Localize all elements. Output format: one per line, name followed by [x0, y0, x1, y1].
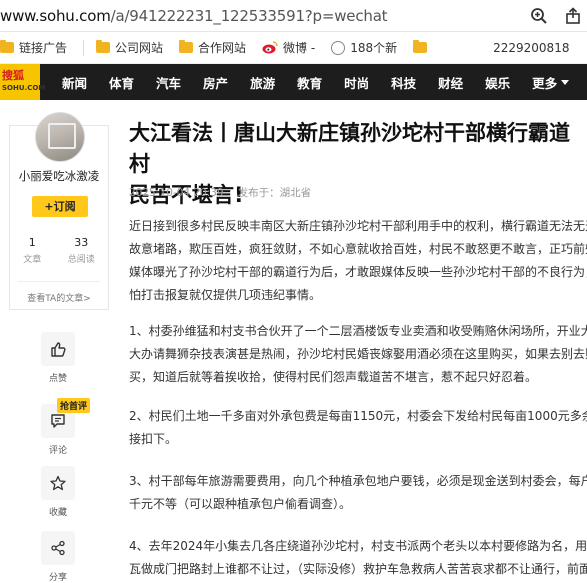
- nav-item-tech[interactable]: 科技: [391, 73, 416, 92]
- folder-icon: [413, 40, 428, 53]
- article-meta: 2025-10-04 20:39 发布于：湖北省: [129, 185, 311, 200]
- paragraph-line: 接扣下。: [129, 432, 178, 446]
- paragraph-line: 大办请舞狮杂技表演甚是热闹，孙沙坨村民婚丧嫁娶用酒必须在这里购买，如果去别去购: [129, 347, 587, 361]
- comment-label: 评论: [48, 446, 67, 456]
- bookmark-label: 链接广告: [19, 41, 68, 55]
- url-text[interactable]: www.sohu.com/a/941222231_122533591?p=wec…: [0, 6, 388, 25]
- bookmark-links[interactable]: 链接广告: [0, 39, 67, 56]
- nav-item-auto[interactable]: 汽车: [156, 73, 181, 92]
- paragraph-line: 故意堵路，欺压百姓，疯狂敛财，不如心意就收拾百姓，村民不敢怒更不敢言，正巧前些天: [129, 242, 587, 256]
- like-button[interactable]: 点赞: [39, 332, 77, 384]
- paragraph-line: 1、村委孙维猛和村支书合伙开了一个二层酒楼饭专业卖酒和收受贿赂休闲场所，开业大操: [129, 324, 587, 338]
- favorite-label: 收藏: [48, 508, 67, 518]
- share-icon[interactable]: [561, 4, 585, 28]
- zoom-icon[interactable]: [527, 4, 551, 28]
- article-paragraph: 3、村干部每年旅游需要费用，向几个种植承包地户要钱，必须是现金送到村委会，每户几…: [129, 470, 587, 516]
- title-line: 大江看法丨唐山大新庄镇孙沙坨村干部横行霸道村: [129, 121, 570, 176]
- publish-date: 2025-10-04 20:39: [129, 187, 224, 199]
- share-label: 分享: [48, 573, 67, 583]
- paragraph-line: 千元不等（可以跟种植承包户偷看调查）。: [129, 497, 352, 511]
- publish-source: 发布于：湖北省: [237, 187, 312, 199]
- bookmark-label: 公司网站: [115, 41, 164, 55]
- bookmark-weibo[interactable]: 微博 -: [262, 39, 315, 56]
- nav-more[interactable]: 更多: [532, 73, 570, 92]
- comment-button[interactable]: 抢首评 评论: [39, 398, 91, 456]
- nav-item-travel[interactable]: 旅游: [250, 73, 275, 92]
- address-bar[interactable]: www.sohu.com/a/941222231_122533591?p=wec…: [0, 0, 587, 32]
- folder-icon: [96, 40, 111, 53]
- url-path: /a/941222231_122533591?p=wechat: [110, 6, 388, 25]
- bookmark-label: 合作网站: [198, 41, 247, 55]
- bookmark-number[interactable]: 2229200818: [493, 41, 569, 55]
- article-paragraph: 2、村民们土地一千多亩对外承包费是每亩1150元，村委会下发给村民每亩1000元…: [129, 405, 587, 451]
- bookmark-company[interactable]: 公司网站: [96, 39, 163, 56]
- logo-sub: SOHU.COM: [2, 84, 46, 92]
- share-nodes-icon: [51, 540, 65, 556]
- nav-more-label: 更多: [532, 75, 558, 91]
- author-card: 小丽爱吃冰激凌 +订阅 1 文章 33 总阅读 查看TA的文章>: [9, 112, 109, 310]
- comment-badge: 抢首评: [57, 398, 91, 413]
- paragraph-line: 媒体曝光了孙沙坨村干部的霸道行为后，才敢跟媒体反映一些孙沙坨村干部的不良行为，因: [129, 265, 587, 279]
- nav-item-sports[interactable]: 体育: [109, 73, 134, 92]
- site-nav: 搜狐 SOHU.COM 新闻 体育 汽车 房产 旅游 教育 时尚 科技 财经 娱乐…: [0, 64, 587, 100]
- globe-icon: [331, 40, 346, 55]
- paragraph-line: 近日接到很多村民反映丰南区大新庄镇孙沙坨村干部利用手中的权利，横行霸道无法无天，: [129, 219, 587, 233]
- like-label: 点赞: [48, 374, 67, 384]
- articles-count: 1: [28, 236, 36, 249]
- nav-item-fashion[interactable]: 时尚: [344, 73, 369, 92]
- author-name[interactable]: 小丽爱吃冰激凌: [10, 168, 108, 184]
- nav-item-realestate[interactable]: 房产: [203, 73, 228, 92]
- chevron-down-icon: [561, 79, 570, 85]
- comment-icon: [51, 414, 65, 428]
- paragraph-line: 3、村干部每年旅游需要费用，向几个种植承包地户要钱，必须是现金送到村委会，每户几: [129, 474, 587, 488]
- logo-text: 搜狐: [2, 69, 24, 82]
- reads-count: 33: [74, 236, 89, 249]
- bookmark-label: 188个新: [350, 41, 398, 55]
- share-button[interactable]: 分享: [39, 531, 77, 583]
- nav-item-news[interactable]: 新闻: [62, 73, 87, 92]
- bookmark-label: 微博 -: [283, 41, 316, 55]
- bookmark-188[interactable]: 188个新: [331, 39, 397, 56]
- sohu-logo[interactable]: 搜狐 SOHU.COM: [0, 64, 46, 100]
- paragraph-line: 怕打击报复就仅提供几项违纪事情。: [129, 288, 322, 302]
- nav-item-education[interactable]: 教育: [297, 73, 322, 92]
- avatar[interactable]: [35, 112, 85, 162]
- article-paragraph: 1、村委孙维猛和村支书合伙开了一个二层酒楼饭专业卖酒和收受贿赂休闲场所，开业大操…: [129, 320, 587, 389]
- folder-icon: [0, 40, 14, 53]
- articles-stat: 1 文章: [23, 236, 41, 265]
- articles-label: 文章: [23, 255, 42, 265]
- paragraph-line: 4、去年2024年小集去几各庄绕道孙沙坨村，村支书派两个老头以本村要修路为名，用…: [129, 539, 587, 553]
- nav-item-finance[interactable]: 财经: [438, 73, 463, 92]
- url-host: www.sohu.com: [0, 6, 111, 25]
- bookmarks-bar: 链接广告 公司网站 合作网站 微博 - 188个新 2229200818: [0, 32, 587, 64]
- folder-icon: [179, 40, 194, 53]
- paragraph-line: 瓦做成门把路封上谁都不让过，（实际没修）救护车急救病人苦苦哀求都不让通行，前面附: [129, 562, 587, 576]
- bookmark-divider: [83, 39, 85, 56]
- weibo-icon: [262, 41, 278, 54]
- card-divider: [18, 281, 100, 282]
- thumbs-up-icon: [51, 342, 66, 357]
- nav-item-entertainment[interactable]: 娱乐: [485, 73, 510, 92]
- star-icon: [50, 475, 66, 491]
- article-paragraph: 近日接到很多村民反映丰南区大新庄镇孙沙坨村干部利用手中的权利，横行霸道无法无天，…: [129, 215, 587, 307]
- bookmark-partners[interactable]: 合作网站: [179, 39, 246, 56]
- reads-stat: 33 总阅读: [68, 236, 95, 265]
- paragraph-line: 2、村民们土地一千多亩对外承包费是每亩1150元，村委会下发给村民每亩1000元…: [129, 409, 587, 423]
- article-paragraph: 4、去年2024年小集去几各庄绕道孙沙坨村，村支书派两个老头以本村要修路为名，用…: [129, 535, 587, 581]
- reads-label: 总阅读: [67, 255, 95, 265]
- follow-button[interactable]: +订阅: [32, 196, 88, 217]
- bookmark-folder[interactable]: [413, 40, 428, 53]
- see-articles-link[interactable]: 查看TA的文章>: [10, 291, 108, 304]
- favorite-button[interactable]: 收藏: [39, 466, 77, 518]
- paragraph-line: 买，知道后就等着挨收拾，使得村民们怨声载道苦不堪言，惹不起只好忍着。: [129, 370, 538, 384]
